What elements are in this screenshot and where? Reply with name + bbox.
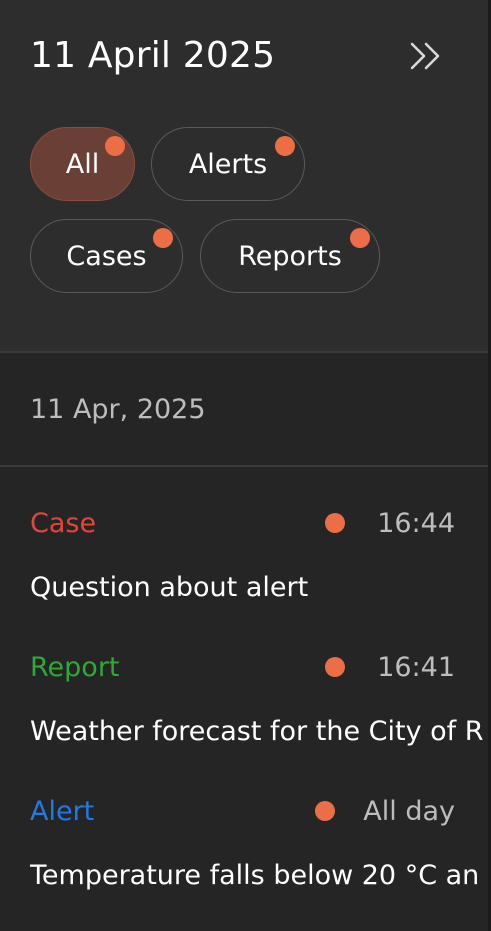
- filter-chip-cases[interactable]: Cases: [30, 219, 183, 293]
- filter-chip-label: Cases: [66, 240, 147, 272]
- unread-dot: [325, 513, 345, 533]
- filter-chip-label: Alerts: [188, 148, 268, 180]
- unread-dot: [350, 228, 370, 248]
- item-type-label: Report: [30, 652, 120, 683]
- unread-dot: [325, 657, 345, 677]
- filter-chip-label: All: [65, 148, 100, 180]
- panel-header: 11 April 2025 All Alerts Cases Reports: [0, 0, 491, 352]
- item-time: 16:44: [377, 508, 455, 539]
- item-type-label: Alert: [30, 796, 95, 827]
- collapse-panel-button[interactable]: [404, 38, 448, 74]
- item-time: All day: [363, 796, 455, 827]
- item-description: Weather forecast for the City of R: [30, 716, 484, 747]
- unread-dot: [105, 136, 125, 156]
- item-description: Question about alert: [30, 572, 309, 603]
- item-type-label: Case: [30, 508, 97, 539]
- item-time: 16:41: [377, 652, 455, 683]
- filter-chip-all[interactable]: All: [30, 127, 135, 201]
- date-group-label: 11 Apr, 2025: [30, 394, 206, 425]
- header-divider: [0, 351, 488, 353]
- unread-dot: [275, 136, 295, 156]
- group-divider: [0, 465, 488, 467]
- page-title: 11 April 2025: [30, 35, 276, 76]
- filter-chip-alerts[interactable]: Alerts: [151, 127, 305, 201]
- notifications-panel: 11 April 2025 All Alerts Cases Reports 1…: [0, 0, 491, 931]
- filter-chip-reports[interactable]: Reports: [200, 219, 380, 293]
- filter-chip-label: Reports: [238, 240, 342, 272]
- unread-dot: [153, 228, 173, 248]
- unread-dot: [315, 801, 335, 821]
- double-chevron-right-icon: [410, 42, 440, 70]
- item-description: Temperature falls below 20 °C an: [30, 860, 480, 891]
